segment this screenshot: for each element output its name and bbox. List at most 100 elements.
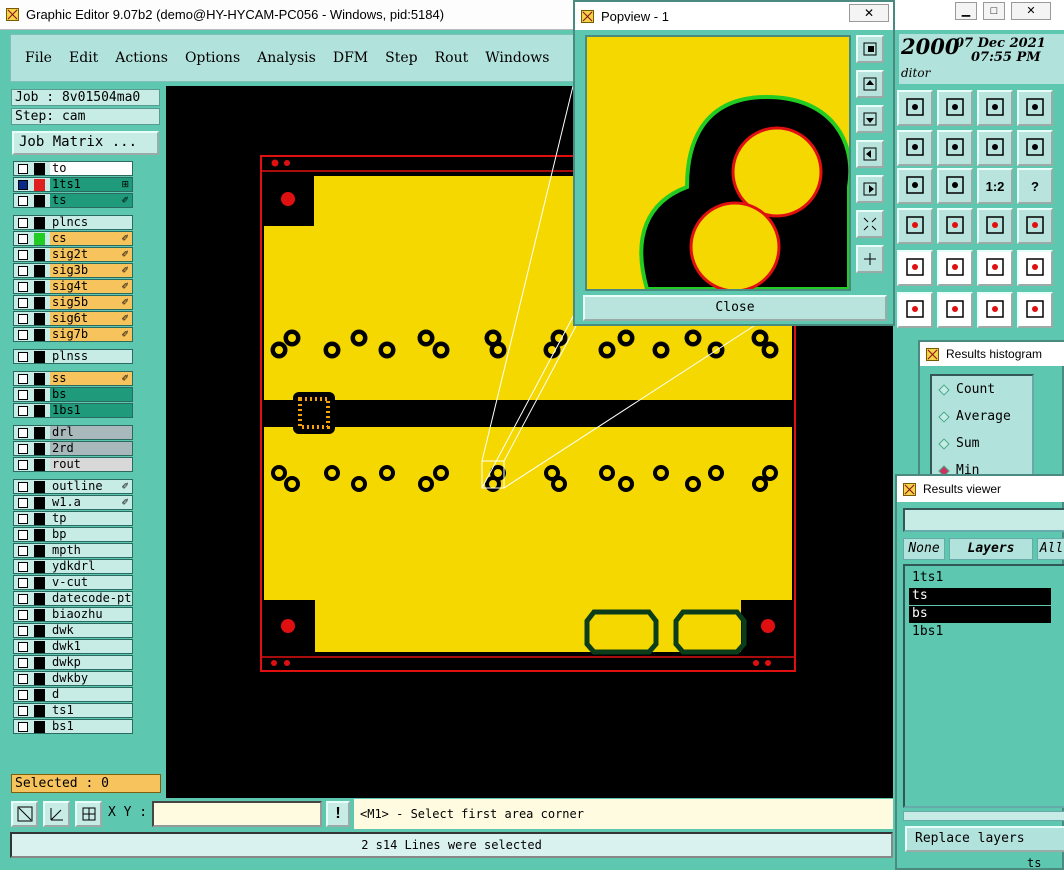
layer-checkbox[interactable] xyxy=(18,233,28,244)
menu-analysis[interactable]: Analysis xyxy=(257,50,316,66)
layer-checkbox[interactable] xyxy=(18,497,28,508)
layer-color-chip[interactable] xyxy=(34,560,45,573)
copy-tool-button[interactable] xyxy=(937,90,973,126)
move-right-tool-button[interactable] xyxy=(937,130,973,166)
layer-name[interactable]: w1.a xyxy=(50,496,132,509)
layer-row[interactable]: sig3b ✐ xyxy=(13,263,133,278)
wrench-tool-button[interactable] xyxy=(897,208,933,244)
menu-options[interactable]: Options xyxy=(185,50,240,66)
layer-checkbox[interactable] xyxy=(18,389,28,400)
scale-1-2-tool-button[interactable]: 1:2 xyxy=(977,168,1013,204)
results-layer-item[interactable]: 1ts1 xyxy=(909,570,1051,587)
layer-checkbox[interactable] xyxy=(18,217,28,228)
layer-row[interactable]: dwk1 xyxy=(13,639,133,654)
layer-row[interactable]: 2rd xyxy=(13,441,133,456)
layer-name[interactable]: ts xyxy=(50,194,132,207)
popview-down-button[interactable] xyxy=(856,105,884,133)
layer-row[interactable]: plnss xyxy=(13,349,133,364)
layer-color-chip[interactable] xyxy=(34,496,45,509)
layer-color-chip[interactable] xyxy=(34,194,45,207)
layer-checkbox[interactable] xyxy=(18,545,28,556)
results-viewer-titlebar[interactable]: Results viewer xyxy=(897,476,1064,502)
layer-row[interactable]: d xyxy=(13,687,133,702)
layer-color-chip[interactable] xyxy=(34,296,45,309)
layer-checkbox[interactable] xyxy=(18,373,28,384)
layer-color-chip[interactable] xyxy=(34,608,45,621)
layer-color-chip[interactable] xyxy=(34,232,45,245)
route-tool-button[interactable] xyxy=(977,292,1013,328)
layer-color-chip[interactable] xyxy=(34,672,45,685)
layer-color-chip[interactable] xyxy=(34,264,45,277)
layer-color-chip[interactable] xyxy=(34,656,45,669)
popview-zoom-in-button[interactable] xyxy=(856,35,884,63)
layer-row[interactable]: bs xyxy=(13,387,133,402)
layer-color-chip[interactable] xyxy=(34,162,45,175)
layer-checkbox[interactable] xyxy=(18,561,28,572)
layer-name[interactable]: ts1 xyxy=(50,704,132,717)
layer-checkbox[interactable] xyxy=(18,577,28,588)
close-window-button[interactable]: ✕ xyxy=(1011,2,1051,20)
tab-layers[interactable]: Layers xyxy=(949,538,1033,560)
layer-color-chip[interactable] xyxy=(34,480,45,493)
layer-name[interactable]: dwkby xyxy=(50,672,132,685)
layer-checkbox[interactable] xyxy=(18,689,28,700)
layer-row[interactable]: ts ✐ xyxy=(13,193,133,208)
layer-color-chip[interactable] xyxy=(34,576,45,589)
layer-row[interactable]: to xyxy=(13,161,133,176)
layer-name[interactable]: rout xyxy=(50,458,132,471)
layer-name[interactable]: outline xyxy=(50,480,132,493)
net2-tool-button[interactable] xyxy=(1017,208,1053,244)
layer-name[interactable]: sig6t xyxy=(50,312,132,325)
results-layer-item[interactable]: 1bs1 xyxy=(909,624,1051,641)
layer-color-chip[interactable] xyxy=(34,388,45,401)
zoom-area-button[interactable] xyxy=(11,801,38,827)
option-sum[interactable]: Sum xyxy=(938,436,979,451)
help-tool-button[interactable]: ? xyxy=(1017,168,1053,204)
histogram-titlebar[interactable]: Results histogram xyxy=(920,342,1064,366)
layer-checkbox[interactable] xyxy=(18,249,28,260)
layer-color-chip[interactable] xyxy=(34,544,45,557)
menu-rout[interactable]: Rout xyxy=(435,50,469,66)
layer-checkbox[interactable] xyxy=(18,351,28,362)
layer-row[interactable]: biaozhu xyxy=(13,607,133,622)
tab-all[interactable]: All xyxy=(1037,538,1064,560)
layer-color-chip[interactable] xyxy=(34,704,45,717)
layer-name[interactable]: sig5b xyxy=(50,296,132,309)
option-average[interactable]: Average xyxy=(938,409,1011,424)
layer-name[interactable]: to xyxy=(50,162,132,175)
layer-color-chip[interactable] xyxy=(34,216,45,229)
layer-color-chip[interactable] xyxy=(34,528,45,541)
layer-checkbox[interactable] xyxy=(18,513,28,524)
popview-close-button[interactable]: Close xyxy=(583,295,887,321)
layer-name[interactable]: dwk xyxy=(50,624,132,637)
layer-color-chip[interactable] xyxy=(34,458,45,471)
layer-checkbox[interactable] xyxy=(18,673,28,684)
move-left-tool-button[interactable] xyxy=(897,130,933,166)
popview-canvas[interactable] xyxy=(585,35,851,291)
layer-color-chip[interactable] xyxy=(34,426,45,439)
layer-name[interactable]: bs1 xyxy=(50,720,132,733)
layer-color-chip[interactable] xyxy=(34,512,45,525)
undo-tool-button[interactable] xyxy=(977,130,1013,166)
layer-checkbox[interactable] xyxy=(18,529,28,540)
layer-name[interactable]: plncs xyxy=(50,216,132,229)
home-tool-button[interactable] xyxy=(977,90,1013,126)
layer-color-chip[interactable] xyxy=(34,328,45,341)
layer-row[interactable]: ts1 xyxy=(13,703,133,718)
popview-left-button[interactable] xyxy=(856,140,884,168)
layer-row[interactable]: sig6t ✐ xyxy=(13,311,133,326)
layer-name[interactable]: mpth xyxy=(50,544,132,557)
layer-row[interactable]: sig7b ✐ xyxy=(13,327,133,342)
layer-name[interactable]: 1ts1 xyxy=(50,178,132,191)
layer-name[interactable]: biaozhu xyxy=(50,608,132,621)
popview-right-button[interactable] xyxy=(856,175,884,203)
layer-name[interactable]: sig7b xyxy=(50,328,132,341)
ruler-tool-button[interactable] xyxy=(977,250,1013,286)
alert-button[interactable]: ! xyxy=(326,801,350,827)
dot-tool-button[interactable] xyxy=(1017,250,1053,286)
layer-row[interactable]: ydkdrl xyxy=(13,559,133,574)
layer-color-chip[interactable] xyxy=(34,280,45,293)
layer-name[interactable]: 1bs1 xyxy=(50,404,132,417)
layer-color-chip[interactable] xyxy=(34,312,45,325)
grid-button[interactable] xyxy=(75,801,102,827)
